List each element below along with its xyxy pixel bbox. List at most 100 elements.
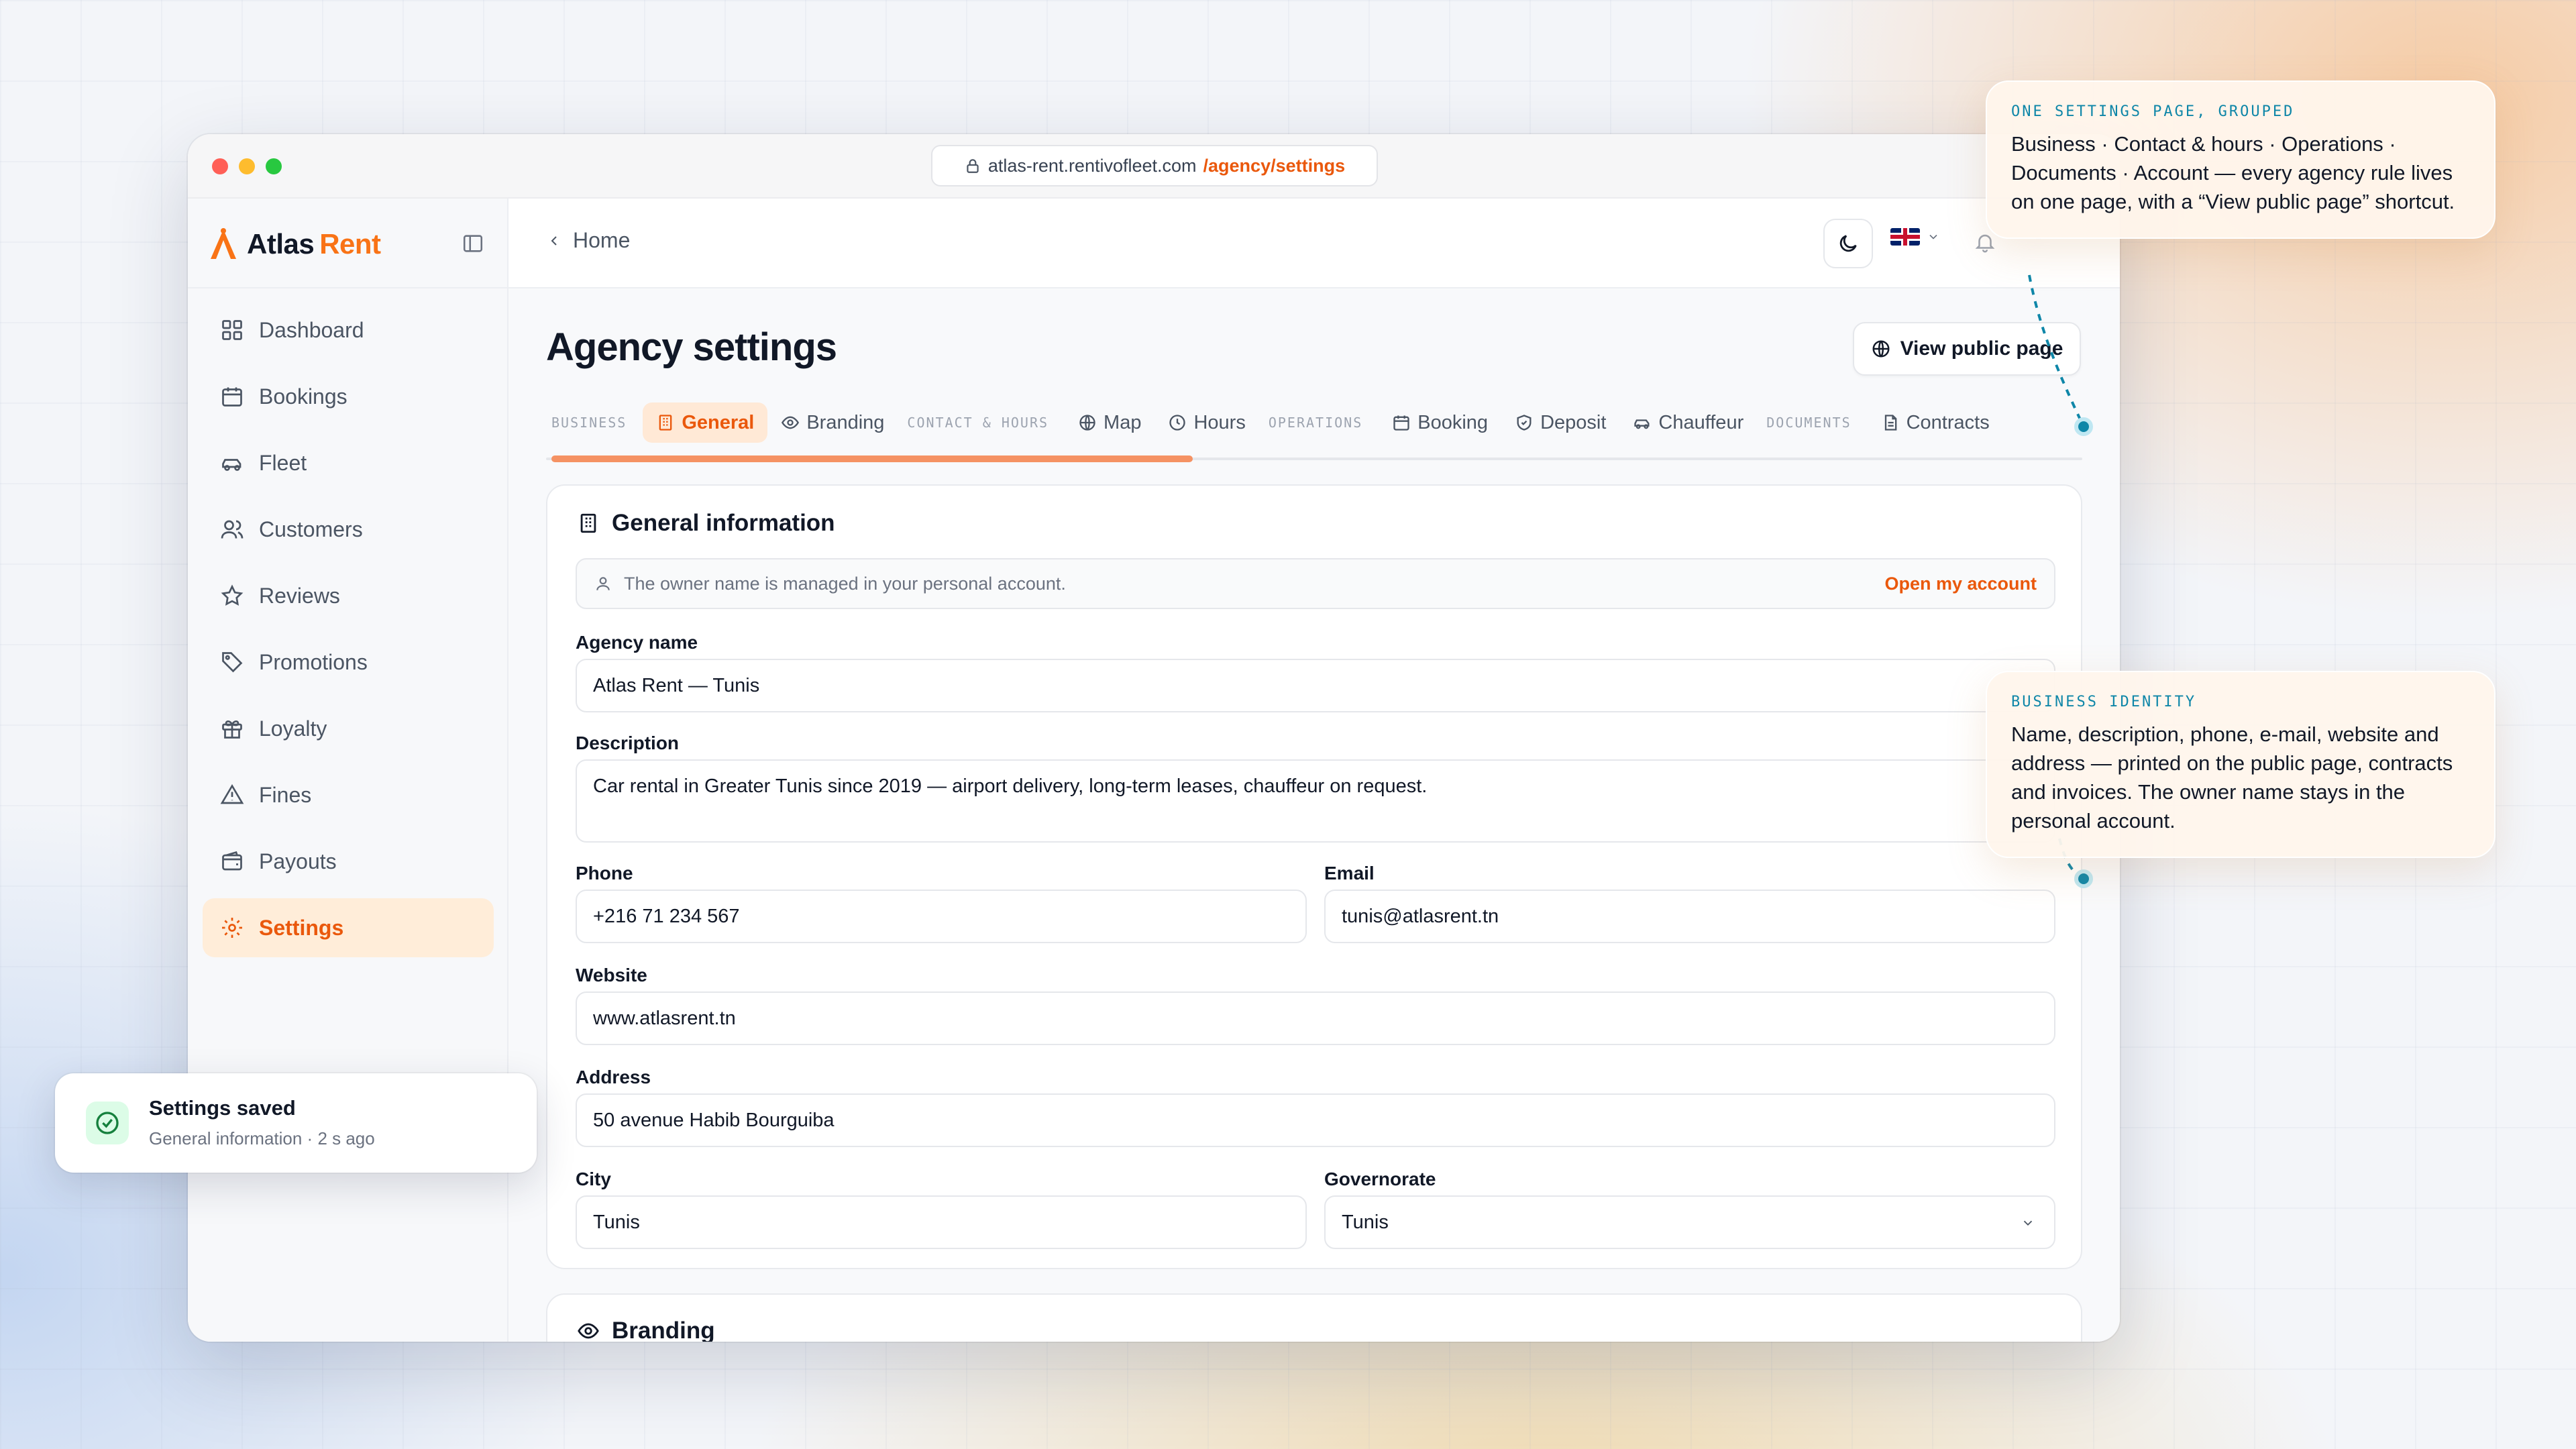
card-title: Branding — [577, 1318, 715, 1342]
building-icon — [580, 513, 596, 533]
language-selector[interactable] — [1890, 228, 1940, 246]
bell-icon[interactable] — [1974, 231, 1996, 254]
breadcrumb[interactable]: Home — [546, 228, 630, 253]
callout-settings-grouped: ONE SETTINGS PAGE, GROUPED Business · Co… — [1986, 80, 2496, 239]
top-bar: Home — [508, 199, 2120, 288]
tab-chauffeur[interactable]: Chauffeur — [1619, 402, 1757, 443]
gift-icon — [222, 720, 242, 739]
car-icon — [1634, 419, 1650, 429]
website-label: Website — [576, 965, 647, 985]
sidebar-item-label: Dashboard — [259, 317, 364, 342]
calendar-icon — [222, 387, 242, 407]
atlas-logo-icon — [211, 228, 236, 259]
sidebar-item-loyalty[interactable]: Loyalty — [203, 699, 494, 758]
phone-input[interactable]: +216 71 234 567 — [576, 890, 1307, 943]
tab-label: General — [682, 411, 755, 433]
url-host: atlas-rent.rentivofleet.com — [987, 155, 1197, 176]
open-my-account-link[interactable]: Open my account — [1884, 574, 2037, 594]
sidebar-item-customers[interactable]: Customers — [203, 500, 494, 559]
tag-icon — [222, 652, 243, 673]
breadcrumb-home[interactable]: Home — [573, 228, 630, 253]
card-title-text: Branding — [612, 1318, 715, 1342]
governorate-select[interactable]: Tunis — [1324, 1195, 2055, 1249]
sidebar-item-label: Fleet — [259, 450, 307, 475]
tabs-scroll-thumb[interactable] — [551, 455, 1193, 462]
sidebar-item-bookings[interactable]: Bookings — [203, 367, 494, 426]
email-input[interactable]: tunis@atlasrent.tn — [1324, 890, 2055, 943]
sidebar-divider — [188, 287, 507, 288]
theme-toggle-button[interactable] — [1823, 219, 1873, 268]
agency-name-input[interactable]: Atlas Rent — Tunis — [576, 659, 2055, 712]
users-icon — [221, 520, 244, 539]
view-public-page-button[interactable]: View public page — [1853, 322, 2081, 376]
minimize-window-button[interactable] — [239, 158, 255, 174]
callout-body: Business · Contact & hours · Operations … — [2011, 132, 2455, 213]
sidebar-item-fines[interactable]: Fines — [203, 765, 494, 824]
callout-body: Name, description, phone, e-mail, websit… — [2011, 722, 2453, 833]
tab-label: Chauffeur — [1658, 411, 1744, 433]
agency-name-label: Agency name — [576, 632, 698, 653]
tab-contracts[interactable]: Contracts — [1868, 402, 2003, 443]
close-window-button[interactable] — [212, 158, 228, 174]
sidebar-toggle-icon[interactable] — [462, 232, 484, 255]
sidebar-item-settings[interactable]: Settings — [203, 898, 494, 957]
main-content: Home Agency settings View public page BU… — [508, 199, 2120, 1342]
tab-label: Contracts — [1906, 411, 1990, 433]
brand-name: Atlas — [247, 228, 315, 260]
lock-icon — [967, 159, 979, 173]
view-public-page-label: View public page — [1900, 337, 2063, 360]
address-input[interactable]: 50 avenue Habib Bourguiba — [576, 1093, 2055, 1147]
sidebar-item-dashboard[interactable]: Dashboard — [203, 301, 494, 360]
city-label: City — [576, 1169, 611, 1189]
tabs-scroll-track[interactable] — [546, 455, 2082, 462]
tab-branding[interactable]: Branding — [767, 402, 898, 443]
address-bar[interactable]: atlas-rent.rentivofleet.com /agency/sett… — [931, 145, 1378, 186]
sidebar-item-reviews[interactable]: Reviews — [203, 566, 494, 625]
settings-saved-toast[interactable]: Settings saved General information · 2 s… — [55, 1073, 537, 1173]
callout-pin — [2074, 869, 2093, 888]
tab-map[interactable]: Map — [1065, 402, 1155, 443]
sidebar-item-payouts[interactable]: Payouts — [203, 832, 494, 891]
card-title: General information — [577, 510, 835, 537]
shield-check-icon — [1517, 415, 1532, 431]
maximize-window-button[interactable] — [266, 158, 282, 174]
callout-pin — [2074, 417, 2093, 436]
phone-label: Phone — [576, 863, 633, 883]
eye-icon — [782, 416, 800, 429]
document-icon — [1884, 415, 1896, 431]
brand-logo[interactable]: Atlas Rent — [208, 223, 381, 266]
car-icon — [222, 459, 241, 471]
sidebar-item-label: Payouts — [259, 849, 337, 873]
calendar-icon — [1393, 415, 1409, 431]
address-label: Address — [576, 1067, 651, 1087]
governorate-value: Tunis — [1342, 1211, 1389, 1233]
tab-group-operations: OPERATIONS — [1268, 415, 1363, 431]
brand-name-accent: Rent — [319, 228, 381, 260]
tab-hours[interactable]: Hours — [1155, 402, 1258, 443]
branding-card: Branding — [546, 1293, 2082, 1342]
sidebar-item-label: Fines — [259, 782, 312, 807]
website-input[interactable]: www.atlasrent.tn — [576, 991, 2055, 1045]
description-textarea[interactable]: Car rental in Greater Tunis since 2019 —… — [576, 759, 2055, 843]
globe-icon — [1872, 340, 1890, 358]
toast-title: Settings saved — [149, 1096, 296, 1120]
sidebar-item-promotions[interactable]: Promotions — [203, 633, 494, 692]
city-input[interactable]: Tunis — [576, 1195, 1307, 1249]
tab-general[interactable]: General — [643, 402, 768, 443]
callout-kicker: BUSINESS IDENTITY — [2011, 694, 2197, 710]
check-circle-icon — [96, 1112, 119, 1134]
callout-kicker: ONE SETTINGS PAGE, GROUPED — [2011, 103, 2295, 120]
tab-group-contact: CONTACT & HOURS — [907, 415, 1049, 431]
sidebar-item-fleet[interactable]: Fleet — [203, 433, 494, 492]
callout-business-identity: BUSINESS IDENTITY Name, description, pho… — [1986, 671, 2496, 858]
sidebar-item-label: Bookings — [259, 384, 347, 409]
sidebar-nav: Dashboard Bookings Fleet Customers Revie… — [203, 301, 494, 965]
tab-label: Booking — [1417, 411, 1489, 433]
tab-booking[interactable]: Booking — [1379, 402, 1501, 443]
chevron-down-icon — [2023, 1220, 2033, 1226]
page-title: Agency settings — [546, 325, 837, 369]
tab-deposit[interactable]: Deposit — [1501, 402, 1619, 443]
warning-icon — [220, 784, 244, 804]
chevron-down-icon — [1929, 234, 1937, 239]
card-title-text: General information — [612, 510, 835, 536]
